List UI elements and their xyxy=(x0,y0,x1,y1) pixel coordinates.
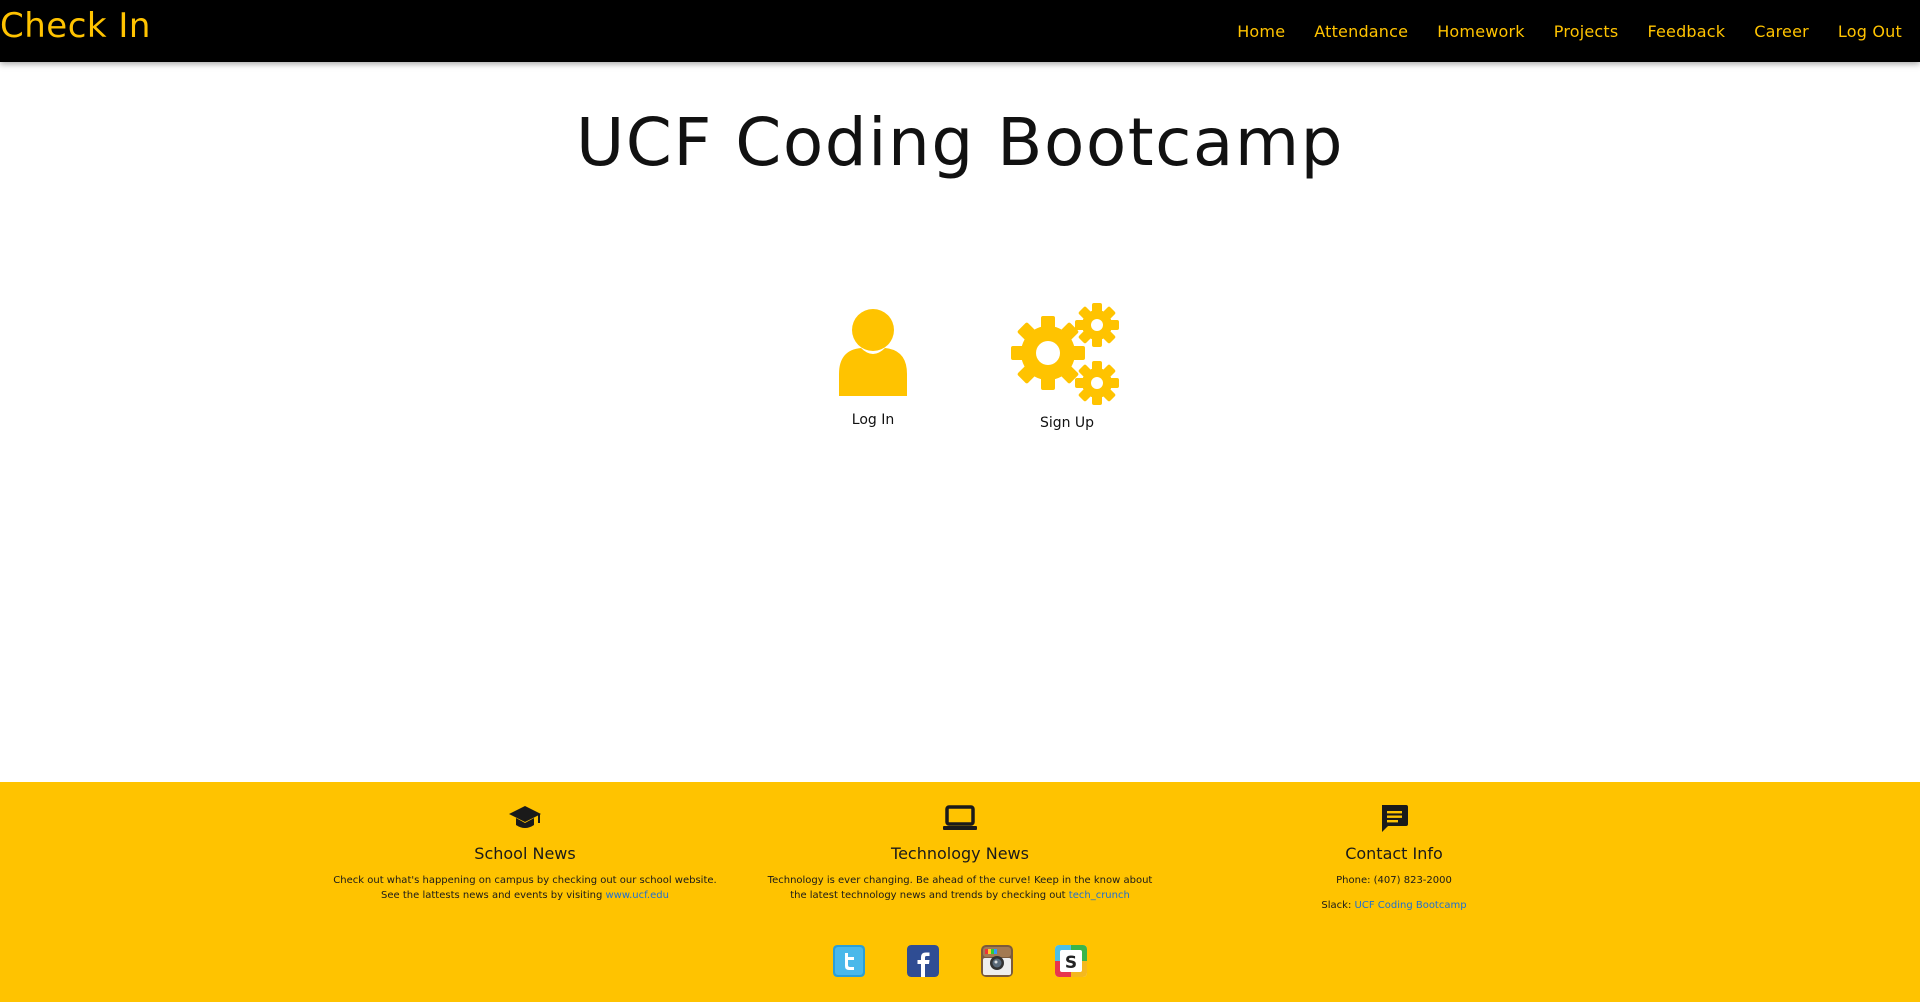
signup-button[interactable]: Sign Up xyxy=(997,303,1137,431)
school-news-heading: School News xyxy=(474,844,576,863)
facebook-icon[interactable] xyxy=(907,945,939,977)
login-button[interactable]: Log In xyxy=(803,308,943,428)
social-links: S xyxy=(0,945,1920,977)
page-title: UCF Coding Bootcamp xyxy=(575,104,1345,181)
svg-text:S: S xyxy=(1065,953,1077,973)
nav-link-home[interactable]: Home xyxy=(1237,22,1285,41)
instagram-icon[interactable] xyxy=(981,945,1013,977)
nav-link-feedback[interactable]: Feedback xyxy=(1647,22,1725,41)
laptop-icon xyxy=(760,802,1160,834)
slack-label: Slack: xyxy=(1321,900,1355,911)
technology-news-section: Technology News Technology is ever chang… xyxy=(760,802,1160,903)
technology-news-heading: Technology News xyxy=(891,844,1029,863)
contact-info-section: Contact Info Phone: (407) 823-2000 Slack… xyxy=(1194,802,1594,913)
nav-item-projects: Projects xyxy=(1554,22,1619,41)
nav-item-home: Home xyxy=(1237,22,1285,41)
nav-link-logout[interactable]: Log Out xyxy=(1838,22,1902,41)
login-label: Log In xyxy=(851,412,895,428)
nav-item-homework: Homework xyxy=(1437,22,1525,41)
nav-link-homework[interactable]: Homework xyxy=(1437,22,1525,41)
graduation-cap-icon xyxy=(325,802,725,834)
chat-icon xyxy=(1194,802,1594,834)
gears-icon xyxy=(1011,303,1119,405)
nav-item-career: Career xyxy=(1754,22,1809,41)
nav-item-logout: Log Out xyxy=(1838,22,1902,41)
school-news-section: School News Check out what's happening o… xyxy=(325,802,725,903)
nav-links: Home Attendance Homework Projects Feedba… xyxy=(1237,0,1902,62)
footer: School News Check out what's happening o… xyxy=(0,782,1920,1002)
school-news-text: Check out what's happening on campus by … xyxy=(325,873,725,903)
tech-crunch-link[interactable]: tech_crunch xyxy=(1069,890,1130,901)
slack-link[interactable]: UCF Coding Bootcamp xyxy=(1355,900,1467,911)
nav-link-projects[interactable]: Projects xyxy=(1554,22,1619,41)
signup-label: Sign Up xyxy=(1039,415,1095,431)
contact-info-heading: Contact Info xyxy=(1345,844,1443,863)
ucf-link[interactable]: www.ucf.edu xyxy=(606,890,669,901)
phone-number: Phone: (407) 823-2000 xyxy=(1336,875,1452,886)
nav-link-career[interactable]: Career xyxy=(1754,22,1809,41)
navbar: Check In Home Attendance Homework Projec… xyxy=(0,0,1920,62)
brand-logo[interactable]: Check In xyxy=(0,6,151,46)
twitter-icon[interactable] xyxy=(833,945,865,977)
user-icon xyxy=(839,309,907,396)
slack-icon[interactable]: S xyxy=(1055,945,1087,977)
technology-news-text: Technology is ever changing. Be ahead of… xyxy=(760,873,1160,903)
slack-info: Slack: UCF Coding Bootcamp xyxy=(1194,898,1594,913)
nav-item-attendance: Attendance xyxy=(1314,22,1408,41)
nav-link-attendance[interactable]: Attendance xyxy=(1314,22,1408,41)
nav-item-feedback: Feedback xyxy=(1647,22,1725,41)
